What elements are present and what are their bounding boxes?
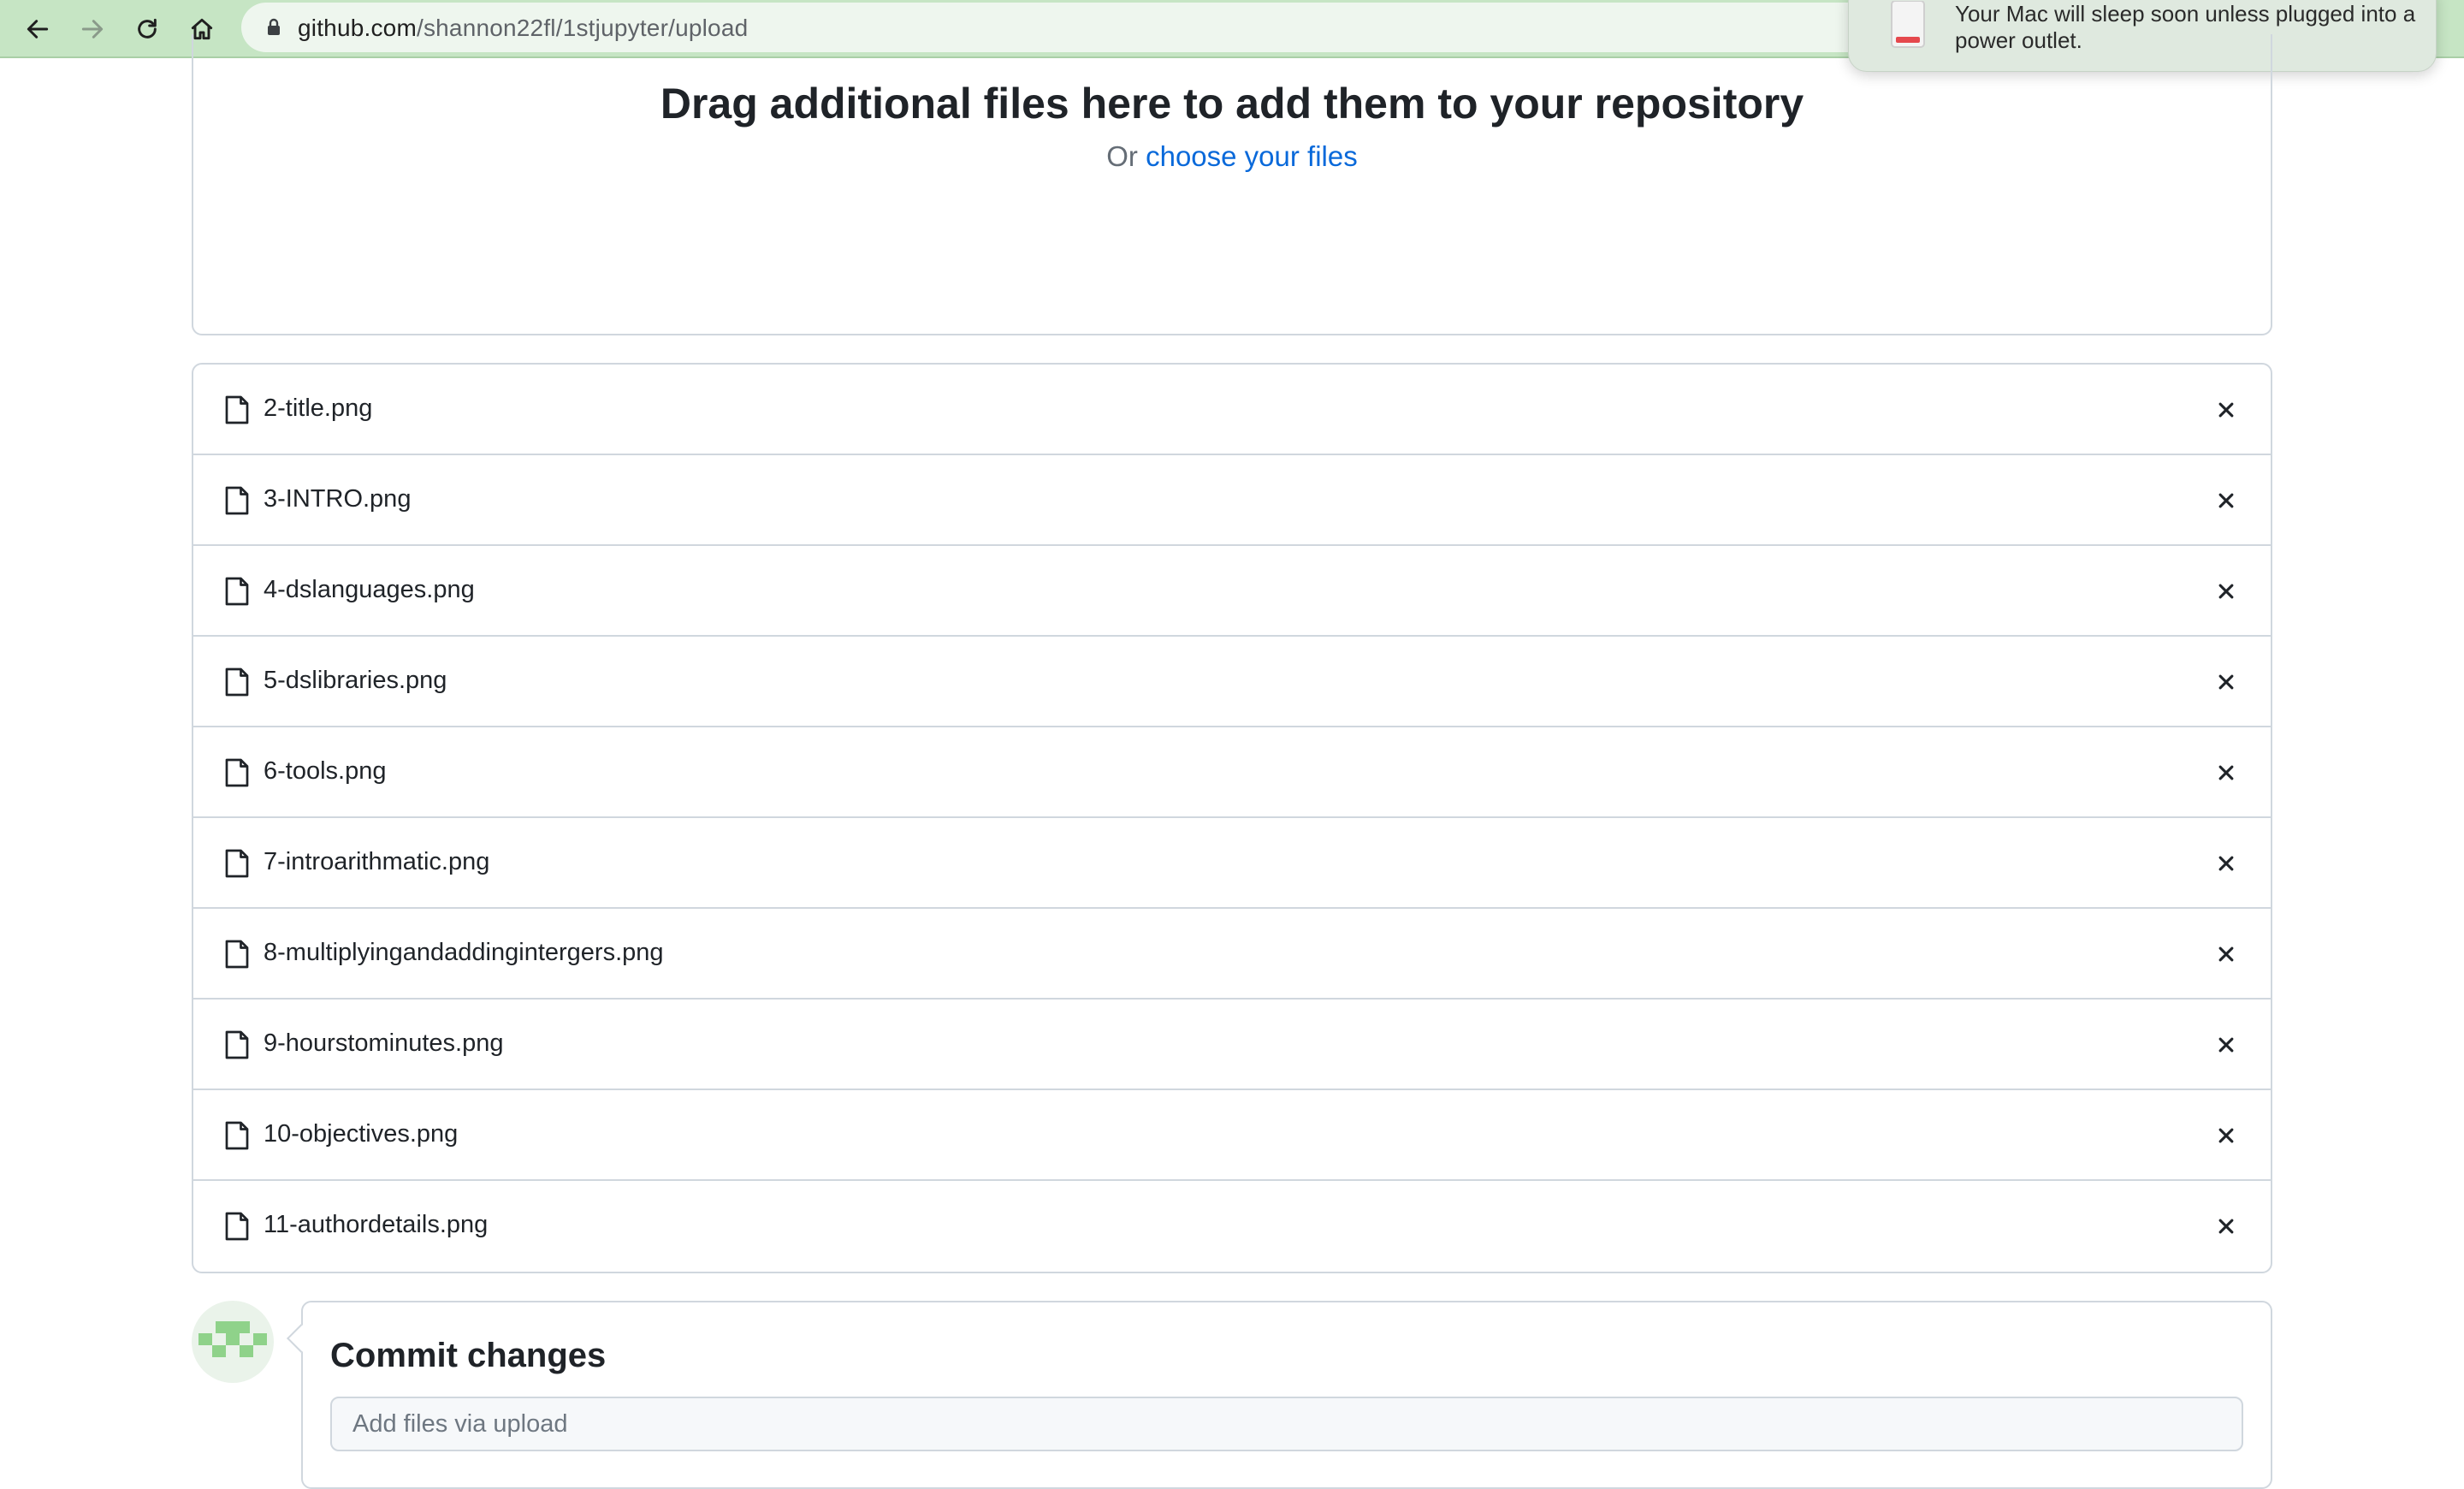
remove-file-button[interactable] (2212, 759, 2240, 786)
drop-zone-prefix: Or (1106, 140, 1138, 172)
file-icon (225, 486, 249, 515)
file-icon (225, 577, 249, 606)
forward-button[interactable] (70, 7, 115, 51)
reload-button[interactable] (125, 7, 169, 51)
arrow-right-icon (81, 20, 104, 39)
close-icon (2218, 674, 2234, 690)
comment-pointer (287, 1324, 316, 1353)
file-name: 5-dslibraries.png (264, 667, 447, 694)
file-row: 8-multiplyingandaddingintergers.png (193, 909, 2271, 1000)
close-icon (2218, 1128, 2234, 1143)
file-row: 4-dslanguages.png (193, 546, 2271, 637)
file-name: 6-tools.png (264, 757, 387, 785)
remove-file-button[interactable] (2212, 1122, 2240, 1149)
file-name: 7-introarithmatic.png (264, 848, 490, 875)
file-row: 10-objectives.png (193, 1090, 2271, 1181)
close-icon (2218, 1037, 2234, 1053)
remove-file-button[interactable] (2212, 487, 2240, 514)
close-icon (2218, 856, 2234, 871)
file-row: 7-introarithmatic.png (193, 818, 2271, 909)
file-row: 2-title.png (193, 365, 2271, 455)
upload-file-list: 2-title.png 3-INTRO.png 4-dslanguages.pn… (192, 363, 2272, 1273)
file-row: 3-INTRO.png (193, 455, 2271, 546)
commit-message-input[interactable] (330, 1397, 2243, 1451)
commit-title: Commit changes (330, 1337, 607, 1374)
back-button[interactable] (15, 7, 60, 51)
file-icon (225, 1030, 249, 1059)
file-name: 11-authordetails.png (264, 1211, 489, 1238)
close-icon (2218, 584, 2234, 599)
file-name: 9-hourstominutes.png (264, 1029, 504, 1057)
file-name: 10-objectives.png (264, 1120, 459, 1148)
remove-file-button[interactable] (2212, 1031, 2240, 1059)
file-icon (225, 940, 249, 969)
close-icon (2218, 493, 2234, 508)
drop-zone-subtitle: Or choose your files (193, 140, 2271, 173)
drop-zone-title: Drag additional files here to add them t… (660, 80, 1804, 128)
file-icon (225, 395, 249, 424)
remove-file-button[interactable] (2212, 396, 2240, 424)
avatar[interactable] (192, 1301, 274, 1383)
file-icon (225, 1212, 249, 1241)
file-row: 9-hourstominutes.png (193, 1000, 2271, 1090)
file-drop-zone[interactable]: Drag additional files here to add them t… (192, 34, 2272, 335)
file-row: 5-dslibraries.png (193, 637, 2271, 727)
file-row: 6-tools.png (193, 727, 2271, 818)
choose-files-link[interactable]: choose your files (1146, 140, 1358, 172)
file-name: 2-title.png (264, 394, 373, 422)
file-icon (225, 758, 249, 787)
file-icon (225, 1121, 249, 1150)
close-icon (2218, 946, 2234, 962)
remove-file-button[interactable] (2212, 850, 2240, 877)
commit-changes-box: Commit changes (287, 1301, 2272, 1489)
remove-file-button[interactable] (2212, 668, 2240, 696)
file-name: 4-dslanguages.png (264, 576, 475, 603)
arrow-left-icon (27, 20, 49, 39)
close-icon (2218, 1219, 2234, 1234)
close-icon (2218, 402, 2234, 418)
reload-icon (138, 18, 157, 39)
remove-file-button[interactable] (2212, 1213, 2240, 1240)
file-icon (225, 849, 249, 878)
file-name: 3-INTRO.png (264, 485, 412, 513)
identicon-icon (198, 1321, 267, 1357)
remove-file-button[interactable] (2212, 578, 2240, 605)
remove-file-button[interactable] (2212, 940, 2240, 968)
file-row: 11-authordetails.png (193, 1181, 2271, 1272)
file-icon (225, 667, 249, 697)
close-icon (2218, 765, 2234, 780)
file-name: 8-multiplyingandaddingintergers.png (264, 939, 664, 966)
